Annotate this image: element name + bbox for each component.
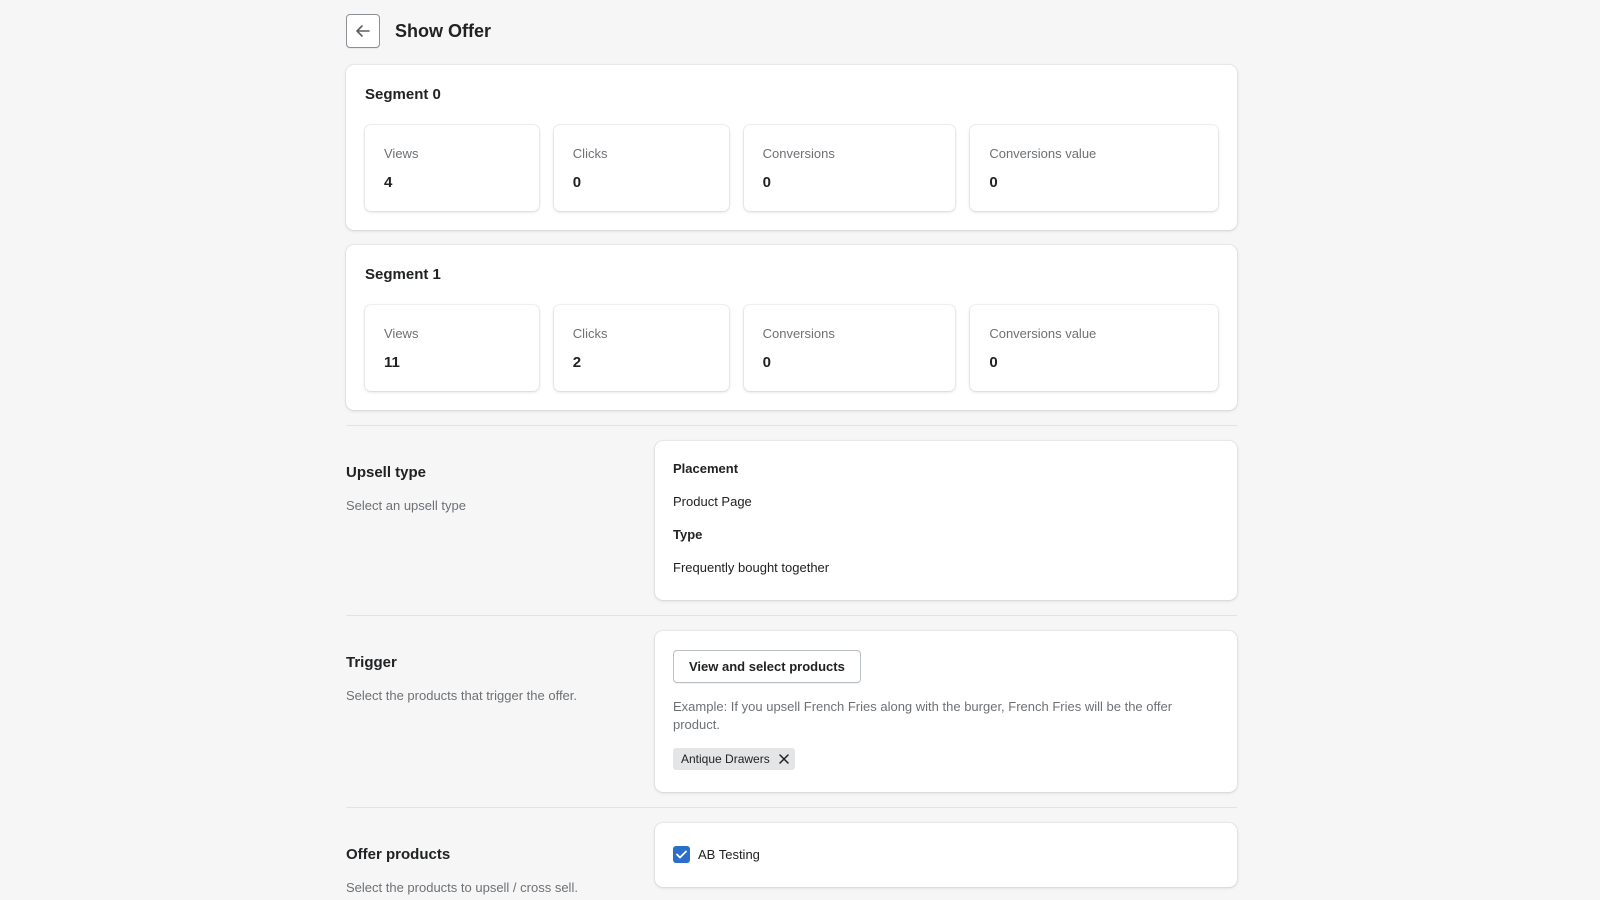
back-button[interactable] [346, 14, 380, 48]
stat-conversions: Conversions 0 [743, 125, 956, 211]
type-label: Type [673, 527, 703, 542]
page-header: Show Offer [346, 14, 1237, 48]
stats-row: Views 11 Clicks 2 Conversions 0 Conversi… [365, 305, 1219, 391]
placement-label: Placement [673, 461, 739, 476]
trigger-card: View and select products Example: If you… [655, 631, 1237, 792]
view-select-products-button[interactable]: View and select products [673, 650, 861, 683]
stat-value: 0 [989, 174, 998, 191]
stat-conversions-value: Conversions value 0 [970, 305, 1219, 391]
page-content: Show Offer Segment 0 Views 4 Clicks 0 Co… [346, 14, 1237, 896]
segment-card-0: Segment 0 Views 4 Clicks 0 Conversions 0… [346, 65, 1237, 230]
ab-testing-label[interactable]: AB Testing [698, 847, 760, 862]
stat-clicks: Clicks 0 [553, 125, 729, 211]
section-description: Select the products that trigger the off… [346, 688, 578, 703]
ab-testing-row: AB Testing [673, 846, 1219, 863]
arrow-left-icon [355, 23, 371, 39]
section-title: Offer products [346, 846, 451, 863]
offer-products-section: Offer products Select the products to up… [346, 808, 1237, 896]
stat-value: 11 [384, 354, 400, 371]
stat-label: Conversions value [989, 146, 1097, 161]
stat-value: 0 [762, 354, 771, 371]
stat-label: Conversions [762, 146, 835, 161]
stat-views: Views 11 [365, 305, 539, 391]
type-value: Frequently bought together [673, 560, 830, 575]
segment-title: Segment 0 [365, 86, 441, 103]
stat-label: Clicks [572, 326, 608, 341]
stats-row: Views 4 Clicks 0 Conversions 0 Conversio… [365, 125, 1219, 211]
section-annotation: Offer products Select the products to up… [346, 823, 655, 896]
stat-value: 0 [762, 174, 771, 191]
trigger-section: Trigger Select the products that trigger… [346, 616, 1237, 792]
stat-value: 4 [384, 174, 393, 191]
stat-value: 0 [989, 354, 998, 371]
upsell-type-card: Placement Product Page Type Frequently b… [655, 441, 1237, 600]
stat-value: 2 [572, 354, 582, 371]
section-description: Select an upsell type [346, 498, 466, 513]
upsell-type-section: Upsell type Select an upsell type Placem… [346, 426, 1237, 600]
stat-clicks: Clicks 2 [553, 305, 729, 391]
stat-value: 0 [572, 174, 582, 191]
section-annotation: Upsell type Select an upsell type [346, 441, 655, 600]
page-title: Show Offer [395, 20, 492, 41]
checkmark-icon [676, 850, 687, 859]
stat-label: Views [384, 326, 419, 341]
stat-conversions: Conversions 0 [743, 305, 956, 391]
trigger-hint: Example: If you upsell French Fries alon… [673, 699, 1173, 732]
section-title: Upsell type [346, 464, 427, 481]
offer-products-card: AB Testing [655, 823, 1237, 887]
stat-label: Conversions [762, 326, 835, 341]
stat-label: Conversions value [989, 326, 1097, 341]
section-title: Trigger [346, 654, 397, 671]
close-icon[interactable] [778, 753, 790, 765]
tag-label: Antique Drawers [681, 752, 770, 766]
stat-label: Views [384, 146, 419, 161]
placement-value: Product Page [673, 494, 752, 509]
section-annotation: Trigger Select the products that trigger… [346, 631, 655, 792]
segment-card-1: Segment 1 Views 11 Clicks 2 Conversions … [346, 245, 1237, 410]
segment-title: Segment 1 [365, 266, 441, 283]
stat-views: Views 4 [365, 125, 539, 211]
stat-label: Clicks [572, 146, 608, 161]
product-tag: Antique Drawers [673, 748, 795, 770]
ab-testing-checkbox[interactable] [673, 846, 690, 863]
section-description: Select the products to upsell / cross se… [346, 880, 578, 895]
stat-conversions-value: Conversions value 0 [970, 125, 1219, 211]
